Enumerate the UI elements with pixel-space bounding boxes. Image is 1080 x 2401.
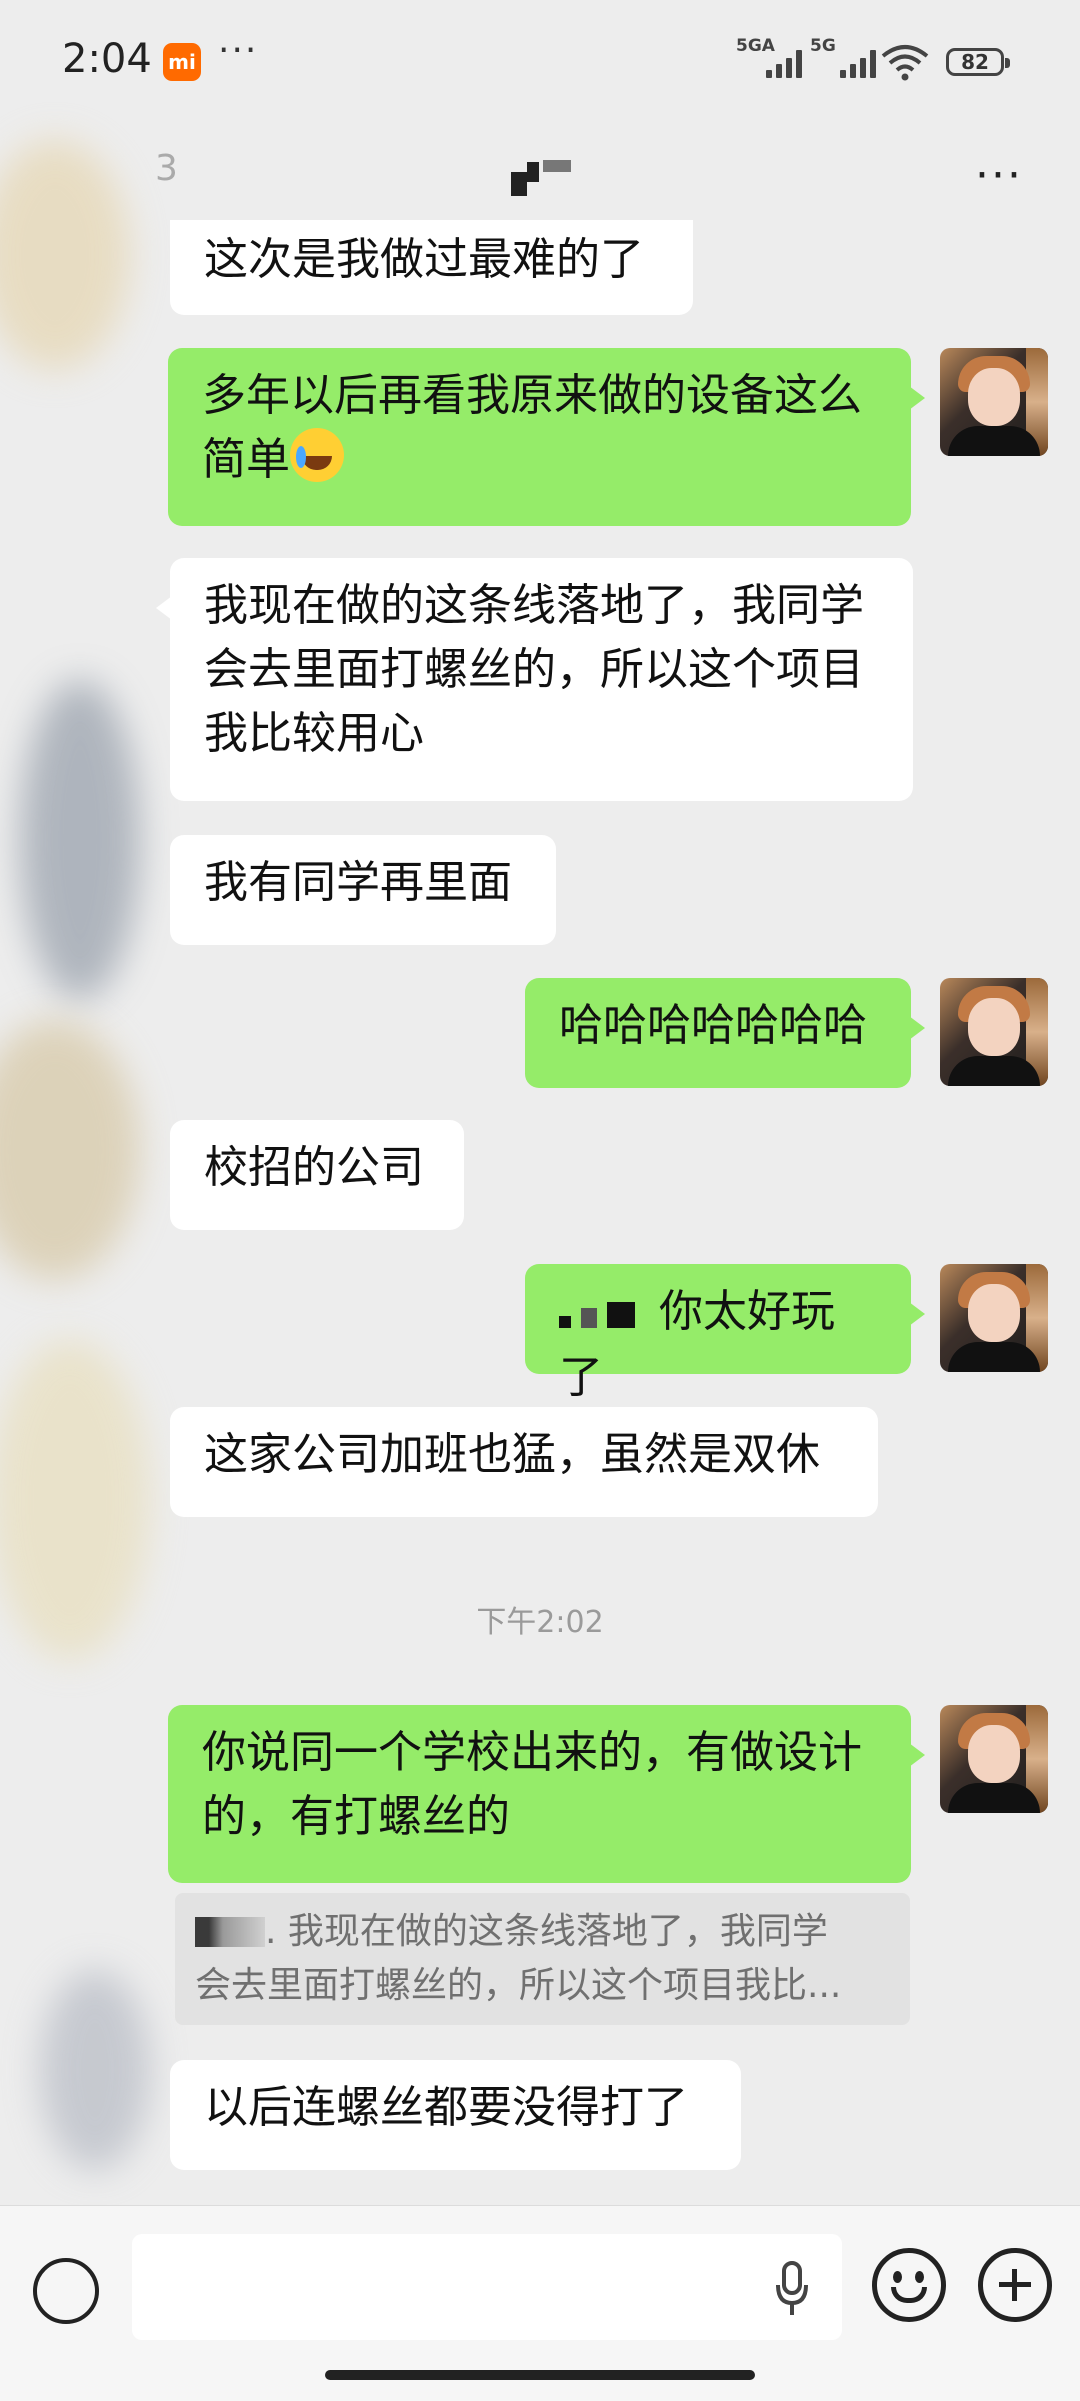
status-time: 2:04	[62, 36, 152, 82]
quoted-message[interactable]: . 我现在做的这条线落地了，我同学 会去里面打螺丝的，所以这个项目我比...	[175, 1893, 910, 2025]
home-indicator[interactable]	[325, 2370, 755, 2380]
mi-notification-icon: mi	[163, 43, 201, 81]
message-bubble-outgoing[interactable]: 多年以后再看我原来做的设备这么 简单	[168, 348, 925, 526]
battery-icon: 82	[946, 48, 1010, 76]
back-button-unread-count[interactable]: 3	[155, 148, 178, 189]
quote-text: . 我现在做的这条线落地了，我同学	[265, 1911, 828, 1952]
my-avatar[interactable]	[940, 348, 1048, 456]
voice-mode-icon[interactable]	[33, 2258, 99, 2324]
message-text: 以后连螺丝都要没得打了	[204, 2082, 688, 2133]
status-bar: 2:04 mi ··· 5GA 5G 82	[0, 0, 1080, 120]
message-bubble-incoming[interactable]: 以后连螺丝都要没得打了	[170, 2060, 741, 2170]
my-avatar[interactable]	[940, 978, 1048, 1086]
chat-header: 3 ···	[0, 120, 1080, 220]
message-text: 校招的公司	[204, 1142, 424, 1193]
my-avatar[interactable]	[940, 1705, 1048, 1813]
message-text: 简单	[202, 434, 290, 485]
message-bubble-outgoing[interactable]: 哈哈哈哈哈哈哈	[525, 978, 925, 1088]
message-text: 这次是我做过最难的了	[204, 234, 644, 285]
message-bubble-outgoing[interactable]: 你太好玩了	[525, 1264, 925, 1403]
message-text: 你说同一个学校出来的，有做设计的，有打螺丝的	[202, 1727, 862, 1842]
cry-laugh-emoji-icon	[290, 428, 344, 482]
message-text: 我有同学再里面	[204, 857, 512, 908]
redacted-name	[559, 1282, 645, 1346]
message-text: 这家公司加班也猛，虽然是双休	[204, 1429, 820, 1480]
message-bubble-incoming[interactable]: 这家公司加班也猛，虽然是双休	[170, 1407, 878, 1517]
redacted-name	[195, 1917, 265, 1947]
message-input[interactable]	[132, 2234, 842, 2340]
message-bubble-outgoing[interactable]: 你说同一个学校出来的，有做设计的，有打螺丝的	[168, 1705, 925, 1883]
message-text: 我现在做的这条线落地了，我同学会去里面打螺丝的，所以这个项目我比较用心	[204, 580, 864, 759]
message-timestamp: 下午2:02	[476, 1605, 604, 1640]
wifi-icon	[881, 45, 929, 81]
message-bubble-incoming[interactable]: 我有同学再里面	[170, 835, 556, 945]
chat-more-icon[interactable]: ···	[975, 150, 1023, 201]
quote-text: 会去里面打螺丝的，所以这个项目我比...	[195, 1965, 842, 2006]
message-bubble-incoming[interactable]: 这次是我做过最难的了	[170, 220, 693, 315]
message-bubble-incoming[interactable]: 我现在做的这条线落地了，我同学会去里面打螺丝的，所以这个项目我比较用心	[156, 558, 913, 801]
my-avatar[interactable]	[940, 1264, 1048, 1372]
message-text: 哈哈哈哈哈哈哈	[559, 1000, 867, 1051]
more-actions-button[interactable]	[978, 2248, 1052, 2322]
microphone-icon[interactable]	[776, 2261, 808, 2317]
message-text: 多年以后再看我原来做的设备这么	[202, 370, 862, 421]
more-notifications-icon: ···	[218, 30, 259, 71]
chat-title	[495, 160, 577, 196]
message-bubble-incoming[interactable]: 校招的公司	[170, 1120, 464, 1230]
emoji-button[interactable]	[872, 2248, 946, 2322]
